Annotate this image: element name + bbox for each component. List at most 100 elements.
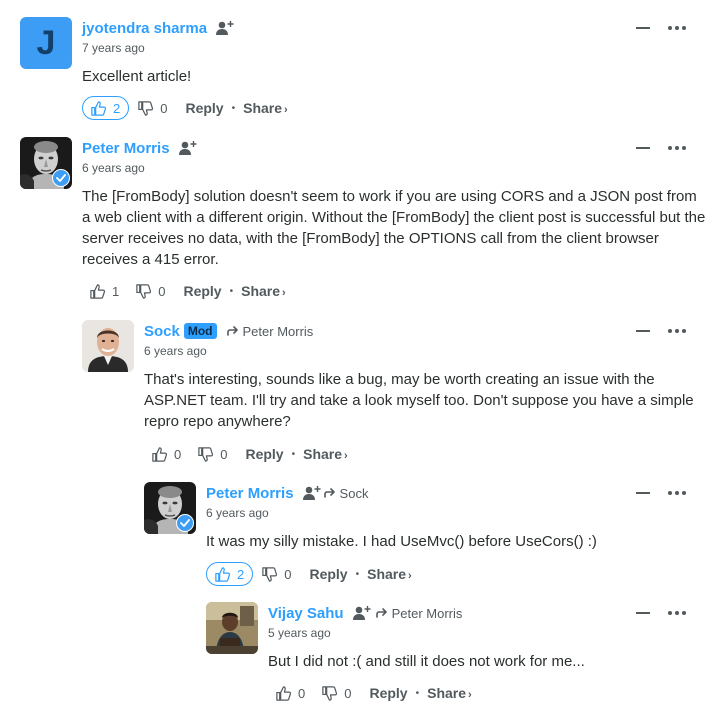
collapse-icon[interactable]: [636, 492, 650, 494]
downvote-button[interactable]: 0: [313, 682, 359, 704]
timestamp[interactable]: 6 years ago: [144, 344, 207, 358]
comment: Peter Morris 6 years ago The [FromBody] …: [20, 137, 705, 307]
avatar[interactable]: [20, 137, 72, 189]
reply-to[interactable]: Sock: [324, 485, 369, 501]
reply-button[interactable]: Reply: [183, 283, 221, 299]
comment-header: Sock Mod Peter Morris: [144, 320, 313, 342]
thumbs-up-icon: [214, 566, 231, 583]
downvote-button[interactable]: 0: [189, 443, 235, 465]
comment-body: The [FromBody] solution doesn't seem to …: [82, 188, 706, 268]
share-label: Share: [427, 685, 467, 701]
share-button[interactable]: Share ›: [367, 566, 412, 582]
comment-controls: [636, 137, 686, 159]
share-label: Share: [243, 100, 283, 116]
share-label: Share: [367, 566, 407, 582]
reply-to[interactable]: Peter Morris: [376, 605, 463, 621]
thumbs-up-icon: [275, 685, 292, 702]
verified-badge-icon: [52, 169, 70, 187]
upvote-button[interactable]: 0: [144, 443, 189, 465]
follow-icon[interactable]: [352, 604, 372, 622]
collapse-icon[interactable]: [636, 27, 650, 29]
upvote-count: 1: [112, 283, 120, 299]
avatar[interactable]: [144, 482, 196, 534]
reply-button[interactable]: Reply: [369, 685, 407, 701]
verified-badge-icon: [176, 514, 194, 532]
timestamp[interactable]: 6 years ago: [206, 506, 269, 520]
share-button[interactable]: Share ›: [241, 283, 286, 299]
timestamp[interactable]: 5 years ago: [268, 626, 331, 640]
comment-body: Excellent article!: [82, 68, 192, 85]
avatar[interactable]: J: [20, 17, 72, 69]
separator-dot: •: [229, 285, 234, 297]
comment-body: It was my silly mistake. I had UseMvc() …: [206, 533, 597, 550]
downvote-button[interactable]: 0: [129, 97, 175, 119]
author-name[interactable]: Peter Morris: [206, 485, 294, 502]
author-name[interactable]: Sock: [144, 323, 180, 340]
moderator-badge: Mod: [183, 323, 217, 339]
author-name[interactable]: jyotendra sharma: [82, 20, 207, 37]
collapse-icon[interactable]: [636, 330, 650, 332]
downvote-count: 0: [158, 283, 166, 299]
downvote-button[interactable]: 0: [127, 280, 173, 302]
comment-header: Vijay Sahu Peter Morris: [268, 602, 462, 624]
downvote-count: 0: [160, 100, 168, 116]
reply-to-name: Peter Morris: [391, 605, 463, 621]
comment: Peter Morris Sock 6 years ago It was my …: [144, 482, 686, 587]
follow-icon[interactable]: [302, 484, 322, 502]
chevron-right-icon: ›: [408, 570, 412, 582]
upvote-button[interactable]: 2: [82, 96, 130, 120]
share-button[interactable]: Share ›: [427, 685, 472, 701]
comment-header: Peter Morris: [82, 137, 198, 159]
upvote-count: 0: [174, 446, 182, 462]
comment-body: But I did not :( and still it does not w…: [268, 653, 585, 670]
thumbs-up-icon: [90, 100, 107, 117]
follow-icon[interactable]: [178, 139, 198, 157]
avatar[interactable]: [206, 602, 258, 654]
thumbs-down-icon: [321, 685, 338, 702]
reply-to[interactable]: Peter Morris: [227, 324, 313, 339]
thumbs-up-icon: [151, 446, 168, 463]
upvote-button[interactable]: 1: [82, 280, 127, 302]
separator-dot: •: [291, 448, 296, 460]
comment-header: jyotendra sharma: [82, 17, 235, 39]
comment-actions: 0 0 Reply • Share ›: [268, 682, 472, 704]
separator-dot: •: [415, 687, 420, 699]
more-options-icon[interactable]: [668, 26, 686, 30]
avatar-image: [206, 602, 258, 654]
upvote-count: 0: [298, 685, 306, 701]
more-options-icon[interactable]: [668, 491, 686, 495]
comment: J jyotendra sharma 7 years ago Excellent…: [20, 17, 686, 122]
more-options-icon[interactable]: [668, 146, 686, 150]
chevron-right-icon: ›: [468, 689, 472, 701]
thumbs-down-icon: [197, 446, 214, 463]
thumbs-down-icon: [135, 283, 152, 300]
share-button[interactable]: Share ›: [243, 100, 288, 116]
comment: Vijay Sahu Peter Morris 5 years ago But …: [206, 602, 686, 702]
follow-icon[interactable]: [215, 19, 235, 37]
reply-button[interactable]: Reply: [185, 100, 223, 116]
downvote-count: 0: [220, 446, 228, 462]
author-name[interactable]: Peter Morris: [82, 140, 170, 157]
reply-arrow-icon: [376, 608, 388, 618]
downvote-button[interactable]: 0: [253, 563, 299, 585]
thumbs-up-icon: [89, 283, 106, 300]
share-label: Share: [303, 446, 343, 462]
upvote-button[interactable]: 0: [268, 682, 313, 704]
more-options-icon[interactable]: [668, 611, 686, 615]
reply-button[interactable]: Reply: [245, 446, 283, 462]
more-options-icon[interactable]: [668, 329, 686, 333]
upvote-button[interactable]: 2: [206, 562, 254, 586]
chevron-right-icon: ›: [282, 287, 286, 299]
avatar-image: [82, 320, 134, 372]
chevron-right-icon: ›: [344, 450, 348, 462]
share-button[interactable]: Share ›: [303, 446, 348, 462]
collapse-icon[interactable]: [636, 612, 650, 614]
avatar[interactable]: [82, 320, 134, 372]
timestamp[interactable]: 7 years ago: [82, 41, 145, 55]
author-name[interactable]: Vijay Sahu: [268, 605, 344, 622]
reply-to-name: Sock: [339, 485, 369, 501]
timestamp[interactable]: 6 years ago: [82, 161, 145, 175]
reply-button[interactable]: Reply: [309, 566, 347, 582]
comment-controls: [636, 17, 686, 39]
collapse-icon[interactable]: [636, 147, 650, 149]
